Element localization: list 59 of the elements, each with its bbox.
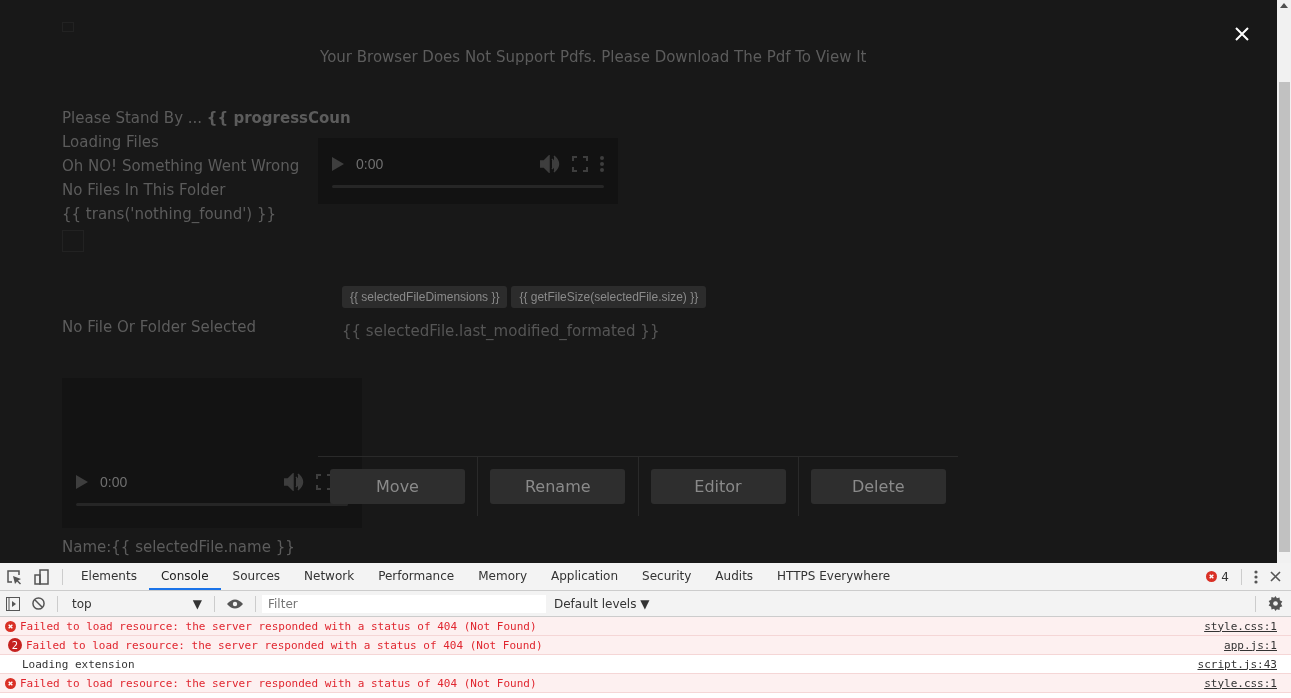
clear-console-icon[interactable] — [32, 597, 45, 610]
action-button[interactable]: Editor — [650, 469, 786, 504]
devtools-tab[interactable]: Network — [292, 563, 367, 590]
repeat-count: 2 — [8, 638, 22, 652]
play-icon[interactable] — [332, 157, 344, 171]
selection-message: No File Or Folder Selected — [62, 318, 257, 336]
action-button[interactable]: Move — [330, 469, 465, 504]
error-count[interactable]: 4 — [1221, 569, 1229, 584]
file-name-text: Name:{{ selectedFile.name }} — [62, 538, 296, 556]
volume-icon[interactable] — [540, 155, 560, 173]
time-display: 0:00 — [100, 474, 129, 490]
more-icon[interactable] — [1254, 569, 1258, 584]
pdf-message: Your Browser Does Not Support Pdfs. Please Download The Pdf To View It — [320, 48, 868, 66]
devtools-tab[interactable]: Sources — [220, 563, 293, 590]
status-text: No Files In This Folder — [62, 180, 226, 201]
source-link[interactable]: script.js:43 — [1197, 657, 1277, 671]
time-display: 0:00 — [356, 156, 385, 172]
action-button[interactable]: Delete — [810, 469, 946, 504]
source-link[interactable]: app.js:1 — [1224, 638, 1277, 652]
fullscreen-icon[interactable] — [316, 474, 332, 490]
action-button[interactable]: Rename — [490, 469, 626, 504]
console-message: Failed to load resource: the server responded with a status of 404 (Not Found) — [20, 676, 538, 690]
devtools-tab[interactable]: Security — [630, 563, 704, 590]
eye-icon[interactable] — [227, 598, 243, 609]
devtools-tab[interactable]: Performance — [366, 563, 467, 590]
status-text: {{ trans('nothing_found') }} — [62, 204, 276, 225]
filter-field[interactable]: Filter — [262, 594, 546, 613]
inspect-icon[interactable] — [6, 568, 22, 585]
error-icon — [5, 677, 16, 689]
settings-icon[interactable] — [1268, 596, 1283, 611]
status-text: Oh NO! Something Went Wrong — [62, 156, 300, 177]
device-icon[interactable] — [34, 568, 50, 585]
sidebar-toggle-icon[interactable] — [6, 596, 20, 611]
console-message: Failed to load resource: the server responded with a status of 404 (Not Found) — [20, 619, 538, 633]
levels-dropdown[interactable]: Default levels ▼ — [554, 596, 650, 611]
scrollbar-thumb[interactable] — [1278, 82, 1290, 552]
play-icon[interactable] — [76, 475, 88, 489]
fullscreen-icon[interactable] — [572, 156, 588, 172]
scrollbar[interactable] — [1277, 0, 1291, 563]
console-message: Failed to load resource: the server responded with a status of 404 (Not Found) — [26, 638, 544, 652]
status-text: Please Stand By ... {{ progressCoun — [62, 108, 351, 129]
error-icon — [5, 620, 16, 632]
devtools-tab[interactable]: HTTPS Everywhere — [765, 563, 903, 590]
devtools-tab[interactable]: Audits — [703, 563, 766, 590]
source-link[interactable]: style.css:1 — [1204, 676, 1277, 690]
console-message: Loading extension — [22, 657, 136, 671]
file-info-tag: {{ selectedFileDimensions }} — [342, 286, 508, 308]
error-icon — [1206, 571, 1218, 582]
devtools-tab[interactable]: Application — [539, 563, 631, 590]
file-info-tag: {{ getFileSize(selectedFile.size) }} — [511, 286, 707, 308]
source-link[interactable]: style.css:1 — [1204, 619, 1277, 633]
volume-icon[interactable] — [284, 473, 304, 491]
context-select[interactable]: top ▼ — [64, 596, 208, 611]
close-icon[interactable] — [1270, 571, 1281, 582]
devtools-tab[interactable]: Memory — [466, 563, 539, 590]
scroll-up-icon[interactable] — [1280, 3, 1288, 8]
modified-date-text: {{ selectedFile.last_modified_formated }} — [342, 322, 661, 340]
devtools-tab[interactable]: Elements — [69, 563, 149, 590]
status-text: Loading Files — [62, 132, 159, 153]
